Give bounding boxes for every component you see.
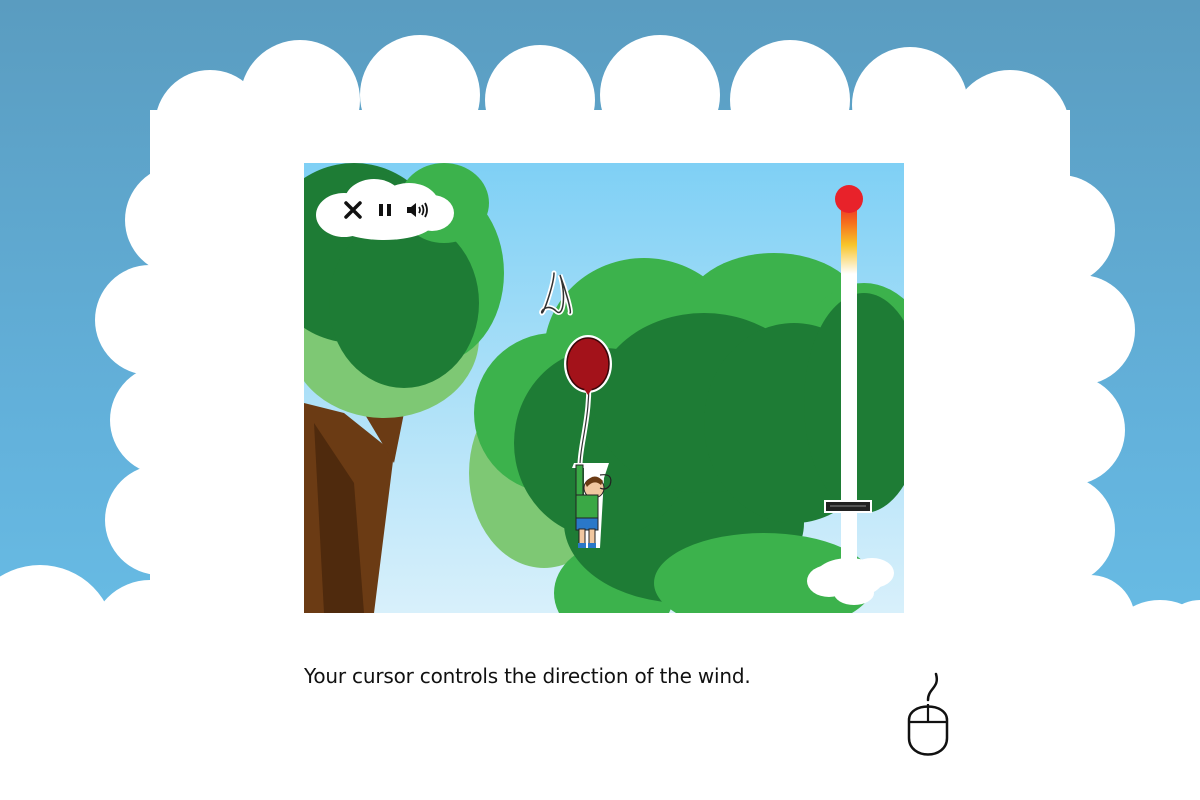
wind-meter-cap	[835, 185, 863, 213]
pause-button[interactable]	[372, 197, 398, 223]
pause-icon	[379, 204, 391, 216]
wind-meter	[824, 185, 872, 566]
game-controls	[314, 177, 456, 243]
wind-meter-slider	[824, 500, 872, 513]
speaker-icon	[407, 202, 428, 218]
close-button[interactable]	[340, 197, 366, 223]
mouse-icon	[907, 672, 949, 756]
close-icon	[344, 201, 362, 219]
sound-button[interactable]	[404, 197, 430, 223]
instruction-text: Your cursor controls the direction of th…	[304, 664, 751, 688]
